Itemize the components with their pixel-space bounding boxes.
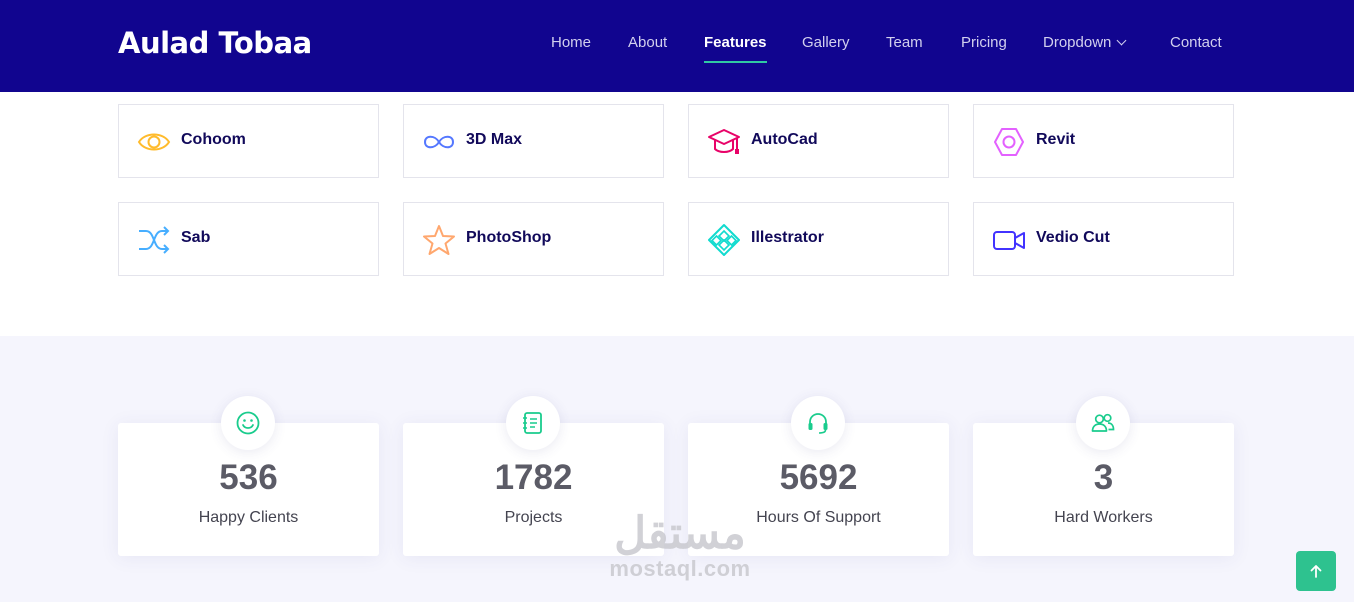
count-label: Hard Workers (1054, 509, 1153, 526)
main-nav: Home About Features Gallery Team Pricing… (0, 34, 1354, 64)
feature-label: AutoCad (751, 131, 818, 148)
nav-contact[interactable]: Contact (1170, 34, 1222, 51)
diamond-grid-icon (708, 224, 740, 256)
feature-label: 3D Max (466, 131, 523, 148)
count-icon-badge (221, 396, 275, 450)
feature-label: PhotoShop (466, 229, 552, 246)
feature-label: Vedio Cut (1036, 229, 1110, 246)
count-icon-badge (506, 396, 560, 450)
people-icon (1091, 413, 1115, 432)
video-camera-icon (993, 231, 1025, 250)
nav-features[interactable]: Features (704, 34, 767, 63)
journal-icon (523, 412, 542, 434)
feature-box-autocad[interactable]: AutoCad (688, 104, 949, 178)
star-icon (423, 225, 455, 255)
feature-label: Illestrator (751, 229, 824, 246)
nav-about[interactable]: About (628, 34, 667, 51)
feature-box-vedio-cut[interactable]: Vedio Cut (973, 202, 1234, 276)
nav-dropdown-label: Dropdown (1043, 34, 1112, 51)
nav-dropdown[interactable]: Dropdown (1043, 34, 1127, 51)
feature-box-revit[interactable]: Revit (973, 104, 1234, 178)
infinity-icon (423, 135, 455, 149)
count-label: Happy Clients (198, 509, 299, 526)
shuffle-icon (139, 226, 170, 254)
feature-label: Cohoom (181, 131, 246, 148)
count-value: 536 (219, 458, 278, 497)
site-header: Aulad Tobaa Home About Features Gallery … (0, 0, 1354, 92)
mostaql-watermark: مستقل mostaql.com (600, 510, 760, 580)
smile-icon (236, 411, 260, 435)
feature-box-photoshop[interactable]: PhotoShop (403, 202, 664, 276)
nav-gallery[interactable]: Gallery (802, 34, 850, 51)
back-to-top-button[interactable] (1296, 551, 1336, 591)
count-value: 3 (1093, 458, 1114, 497)
nav-home[interactable]: Home (551, 34, 591, 51)
headset-icon (808, 413, 828, 434)
watermark-latin: mostaql.com (609, 556, 751, 581)
count-value: 1782 (494, 458, 573, 497)
nav-team[interactable]: Team (886, 34, 923, 51)
watermark-arabic: مستقل (614, 509, 748, 558)
feature-box-illestrator[interactable]: Illestrator (688, 202, 949, 276)
count-value: 5692 (779, 458, 858, 497)
feature-box-sab[interactable]: Sab (118, 202, 379, 276)
hexagon-icon (994, 128, 1024, 156)
feature-label: Revit (1036, 131, 1076, 148)
arrow-up-icon (1310, 565, 1322, 578)
nav-pricing[interactable]: Pricing (961, 34, 1007, 51)
feature-box-cohoom[interactable]: Cohoom (118, 104, 379, 178)
eye-icon (137, 133, 171, 151)
chevron-down-icon (1116, 35, 1127, 46)
count-icon-badge (1076, 396, 1130, 450)
feature-box-3d-max[interactable]: 3D Max (403, 104, 664, 178)
count-icon-badge (791, 396, 845, 450)
graduation-cap-icon (708, 129, 740, 154)
feature-label: Sab (181, 229, 211, 246)
